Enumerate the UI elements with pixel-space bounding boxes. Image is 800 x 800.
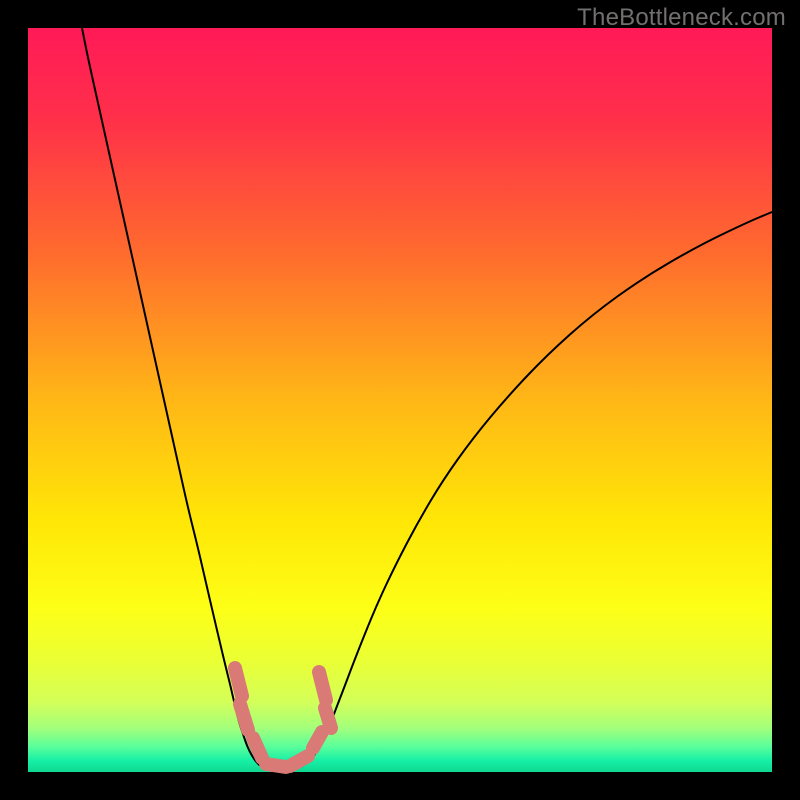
chart-svg	[28, 28, 772, 772]
chart-frame	[28, 28, 772, 772]
bottleneck-curve	[82, 28, 772, 772]
marker-segment	[319, 672, 326, 700]
marker-segment	[313, 732, 322, 748]
marker-segment	[325, 708, 331, 728]
marker-segment	[266, 764, 286, 767]
watermark-text: TheBottleneck.com	[577, 4, 786, 32]
marker-segment	[240, 704, 248, 730]
marker-segment	[253, 738, 262, 758]
marker-segment	[290, 756, 308, 766]
marker-segment	[235, 668, 242, 696]
